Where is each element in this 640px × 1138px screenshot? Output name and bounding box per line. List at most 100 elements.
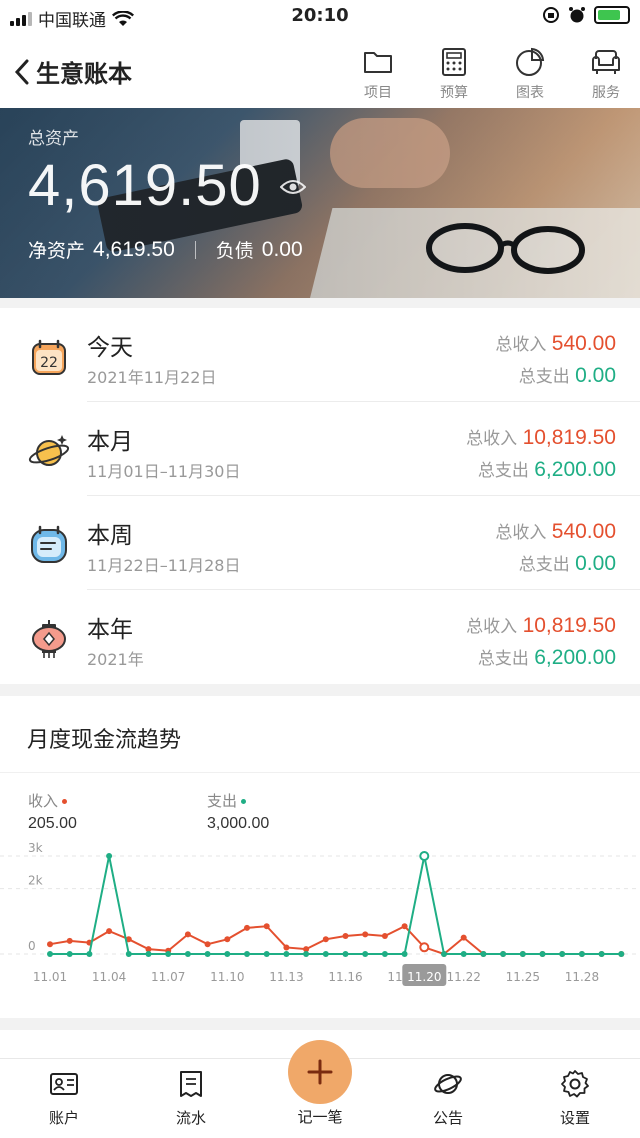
series-line-0 [49, 925, 622, 956]
data-point [519, 951, 526, 957]
data-point [125, 951, 132, 957]
y-tick-label: 0 [28, 939, 36, 953]
series-line-1 [50, 855, 622, 955]
tab-ledger[interactable]: 流水 [151, 1069, 231, 1128]
period-date: 2021年11月22日 [87, 368, 217, 387]
income-label: 总收入 [466, 617, 518, 637]
add-record-label[interactable]: 记一笔 [280, 1106, 360, 1127]
tool-project-button[interactable]: 项目 [354, 46, 402, 102]
y-tick-label: 3k [28, 841, 43, 855]
x-tick-label: 11.28 [565, 970, 599, 984]
data-point [362, 931, 369, 938]
data-point [401, 923, 408, 930]
status-bar: 中国联通 20:10 [0, 0, 640, 34]
data-point [184, 951, 191, 957]
planet-icon [28, 435, 70, 466]
tab-settings[interactable]: 设置 [535, 1069, 615, 1128]
data-point [204, 941, 211, 948]
data-point [460, 951, 467, 957]
tab-label: 公告 [432, 1109, 463, 1127]
expense-label: 总支出 [477, 461, 529, 481]
debt-label: 负债 [215, 240, 254, 262]
tool-service-button[interactable]: 服务 [582, 46, 630, 102]
tool-budget-button[interactable]: 预算 [430, 46, 478, 102]
orientation-lock-icon [543, 7, 559, 23]
period-date: 2021年 [87, 650, 144, 669]
data-point [559, 951, 566, 957]
summary-row-week[interactable]: 本周 11月22日–11月28日 总收入 540.00 总支出 0.00 [0, 496, 640, 590]
cashflow-trend-card: 月度现金流趋势 收入 205.00 支出 3,000.00 3k 2k 0 11.01… [0, 696, 640, 1018]
back-button[interactable]: 生意账本 [14, 54, 132, 89]
tool-label: 图表 [516, 85, 544, 101]
net-assets-label: 净资产 [28, 240, 86, 262]
data-point [66, 937, 73, 944]
summary-row-year[interactable]: 本年 2021年 总收入 10,819.50 总支出 6,200.00 [0, 590, 640, 684]
asset-breakdown: 净资产 4,619.50 负债 0.00 [28, 236, 303, 263]
data-point [618, 951, 625, 957]
expense-summary: 总支出 0.00 [519, 362, 616, 388]
expense-label: 总支出 [518, 367, 570, 387]
calendar-icon: 22 [32, 339, 66, 375]
total-assets-value: 4,619.50 [28, 153, 262, 218]
legend-expense-dot [241, 799, 247, 804]
income-summary: 总收入 10,819.50 [466, 612, 616, 638]
data-point [145, 951, 152, 957]
eye-icon[interactable] [280, 178, 306, 196]
legend-expense-value: 3,000.00 [207, 815, 270, 832]
svg-text:22: 22 [40, 355, 58, 371]
week-calendar-icon [31, 525, 67, 563]
summary-row-today[interactable]: 22 今天 2021年11月22日 总收入 540.00 总支出 0.00 [0, 308, 640, 402]
data-point [184, 931, 191, 938]
tool-label: 项目 [364, 85, 392, 101]
income-value: 540.00 [551, 332, 616, 355]
expense-value: 0.00 [575, 364, 616, 387]
data-point [224, 951, 231, 957]
tab-account[interactable]: 账户 [24, 1069, 104, 1128]
data-point [86, 951, 93, 957]
legend-income-value: 205.00 [28, 815, 77, 832]
data-point [165, 951, 172, 957]
data-point [578, 951, 585, 957]
x-tick-label: 11.10 [210, 970, 244, 984]
data-point [342, 951, 349, 957]
tab-label: 账户 [48, 1109, 79, 1127]
data-point [263, 951, 270, 957]
cashflow-line-chart[interactable]: 3k2k011.0111.0411.0711.1011.1311.1611.19… [0, 836, 640, 1006]
battery-icon [594, 6, 630, 24]
data-point [47, 941, 53, 948]
period-name: 本月 [87, 429, 133, 455]
legend-income-dot [62, 799, 68, 804]
income-value: 10,819.50 [522, 614, 616, 637]
income-label: 总收入 [495, 335, 547, 355]
tab-announcement[interactable]: 公告 [408, 1069, 488, 1128]
data-point [539, 951, 546, 957]
period-name: 本年 [87, 617, 133, 643]
data-point [303, 951, 310, 957]
period-date: 11月22日–11月28日 [87, 556, 241, 575]
x-tick-label: 11.07 [151, 970, 185, 984]
data-point [500, 951, 507, 957]
x-tick-label: 11.20 [407, 970, 441, 984]
tool-label: 服务 [592, 85, 620, 101]
data-point [362, 951, 369, 957]
x-tick-label: 11.22 [447, 970, 481, 984]
legend-income: 收入 205.00 [28, 790, 77, 833]
expense-value: 0.00 [575, 552, 616, 575]
period-name: 本周 [87, 523, 133, 549]
gear-icon [561, 1070, 589, 1098]
data-point [66, 951, 73, 957]
x-tick-label: 11.25 [506, 970, 540, 984]
summary-row-month[interactable]: 本月 11月01日–11月30日 总收入 10,819.50 总支出 6,200… [0, 402, 640, 496]
data-point [106, 928, 113, 935]
income-label: 总收入 [495, 523, 547, 543]
data-point [322, 951, 329, 957]
folder-icon [364, 52, 392, 73]
tool-chart-button[interactable]: 图表 [506, 46, 554, 102]
data-point [598, 951, 605, 957]
add-record-button[interactable] [288, 1040, 352, 1104]
data-point [419, 942, 430, 953]
tab-label: 设置 [559, 1109, 590, 1127]
chevron-left-icon [14, 59, 29, 84]
expense-value: 6,200.00 [534, 646, 616, 669]
sofa-icon [592, 50, 620, 74]
